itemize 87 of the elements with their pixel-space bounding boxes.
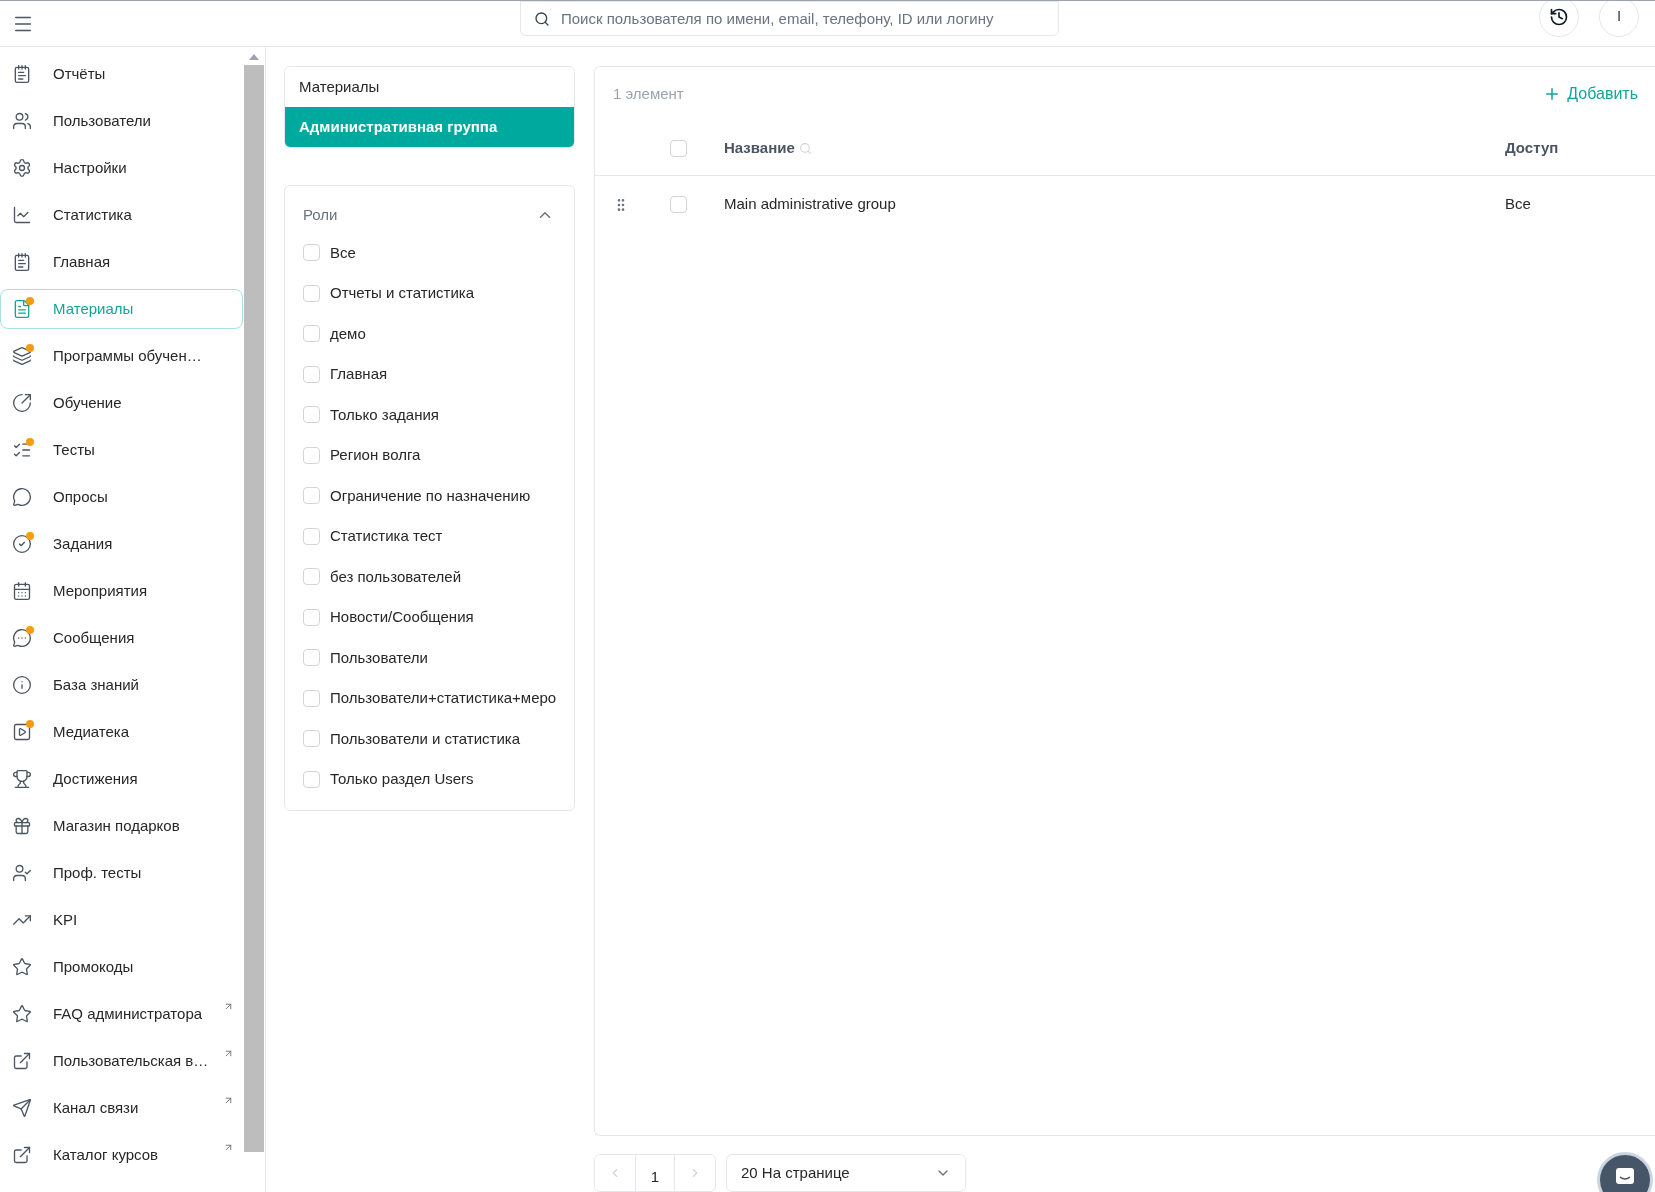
sidebar-item[interactable]: Главная: [0, 242, 243, 282]
sidebar-item[interactable]: Канал связи: [0, 1088, 243, 1128]
checkbox[interactable]: [303, 649, 320, 667]
sidebar-item[interactable]: Медиатека: [0, 712, 243, 752]
checkbox[interactable]: [303, 244, 320, 262]
page-size-select[interactable]: 20 На странице: [726, 1154, 966, 1192]
panel-title: Роли: [303, 205, 338, 225]
column-header: Доступ: [1505, 137, 1560, 158]
role-label: Пользователи и статистика: [330, 728, 521, 749]
checkbox[interactable]: [670, 196, 687, 213]
table-cell-text: Все: [1505, 194, 1532, 215]
item-count: 1 элемент: [613, 83, 684, 104]
checkbox[interactable]: [303, 487, 320, 505]
role-label: Главная: [330, 364, 388, 384]
user-check-icon: [11, 862, 32, 884]
role-label: без пользователей: [330, 566, 462, 587]
page-button[interactable]: 1: [635, 1155, 675, 1191]
sidebar-item[interactable]: Достижения: [0, 759, 243, 799]
role-label: Все: [330, 242, 356, 263]
sidebar-item[interactable]: Настройки: [0, 148, 243, 188]
checkbox[interactable]: [303, 325, 320, 343]
trophy-icon: [11, 768, 32, 790]
role-label: Ограничение по назначению: [330, 485, 531, 506]
checkbox[interactable]: [303, 770, 320, 788]
checkbox[interactable]: [303, 527, 320, 545]
table-cell-text: Main administrative group: [724, 194, 896, 215]
circle-arrow-icon: [11, 392, 32, 414]
sidebar-item[interactable]: Отчёты: [0, 54, 243, 94]
chat-icon: [1615, 1167, 1635, 1185]
history-icon: [1549, 6, 1569, 27]
paper-plane-icon: [11, 1097, 32, 1119]
column-header: Название: [724, 136, 812, 160]
sidebar-item[interactable]: Каталог курсов: [0, 1135, 243, 1175]
role-label: демо: [330, 323, 366, 344]
sidebar-item[interactable]: FAQ администратора: [0, 994, 243, 1034]
star-icon: [11, 1003, 32, 1025]
speech-bubble-icon: [11, 486, 32, 508]
settings-icon: [11, 157, 32, 179]
role-label: Новости/Сообщения: [330, 607, 474, 627]
info-icon: [11, 674, 32, 696]
play-icon: [11, 721, 32, 743]
sidebar-item[interactable]: База знаний: [0, 665, 243, 705]
checkbox[interactable]: [303, 446, 320, 464]
checkbox[interactable]: [303, 406, 320, 424]
sidebar-item[interactable]: Опросы: [0, 477, 243, 517]
sidebar-item[interactable]: Пользовательская в…: [0, 1041, 243, 1081]
sidebar-item[interactable]: Статистика: [0, 195, 243, 235]
layers-icon: [11, 345, 32, 367]
role-label: Только раздел Users: [330, 769, 474, 789]
sidebar-item[interactable]: Пользователи: [0, 101, 243, 141]
checkbox[interactable]: [303, 568, 320, 586]
calendar-icon: [11, 580, 32, 602]
chat-icon: [11, 627, 32, 649]
checkbox[interactable]: [303, 365, 320, 383]
users-icon: [11, 110, 32, 132]
sidebar-item[interactable]: Сообщения: [0, 618, 243, 658]
checkbox[interactable]: [303, 689, 320, 707]
search-icon: [534, 10, 550, 27]
sidebar-item[interactable]: Промокоды: [0, 947, 243, 987]
sidebar-item[interactable]: Магазин подарков: [0, 806, 243, 846]
gift-icon: [11, 815, 32, 837]
sidebar-item[interactable]: KPI: [0, 900, 243, 940]
chat-button[interactable]: [1597, 1152, 1653, 1192]
check-circle-icon: [11, 533, 32, 555]
star-icon: [11, 956, 32, 978]
role-label: Статистика тест: [330, 526, 443, 546]
sidebar-item[interactable]: Мероприятия: [0, 571, 243, 611]
sidebar-item[interactable]: Проф. тесты: [0, 853, 243, 893]
sidebar-item[interactable]: Задания: [0, 524, 243, 564]
line-chart-icon: [11, 204, 32, 226]
role-label: Пользователи: [330, 647, 428, 668]
role-label: Только задания: [330, 404, 439, 425]
scroll-up-icon: [248, 53, 260, 61]
external-link-icon: [11, 1050, 32, 1072]
search-field[interactable]: Поиск пользователя по имени, email, телефону, ID или логину: [520, 1, 1059, 36]
checkbox[interactable]: [303, 284, 320, 302]
search-icon[interactable]: [798, 141, 812, 155]
role-label: Пользователи+статистика+меро: [330, 688, 557, 708]
select-all-checkbox[interactable]: [670, 139, 687, 157]
role-label: Отчеты и статистика: [330, 283, 474, 303]
checkbox[interactable]: [303, 730, 320, 748]
checkbox[interactable]: [303, 608, 320, 626]
sidebar-item[interactable]: Тесты: [0, 430, 243, 470]
external-link-icon: [11, 1144, 32, 1166]
role-label: Регион волга: [330, 445, 421, 465]
sidebar-item[interactable]: Обучение: [0, 383, 243, 423]
sidebar-item[interactable]: Программы обучен…: [0, 336, 243, 376]
